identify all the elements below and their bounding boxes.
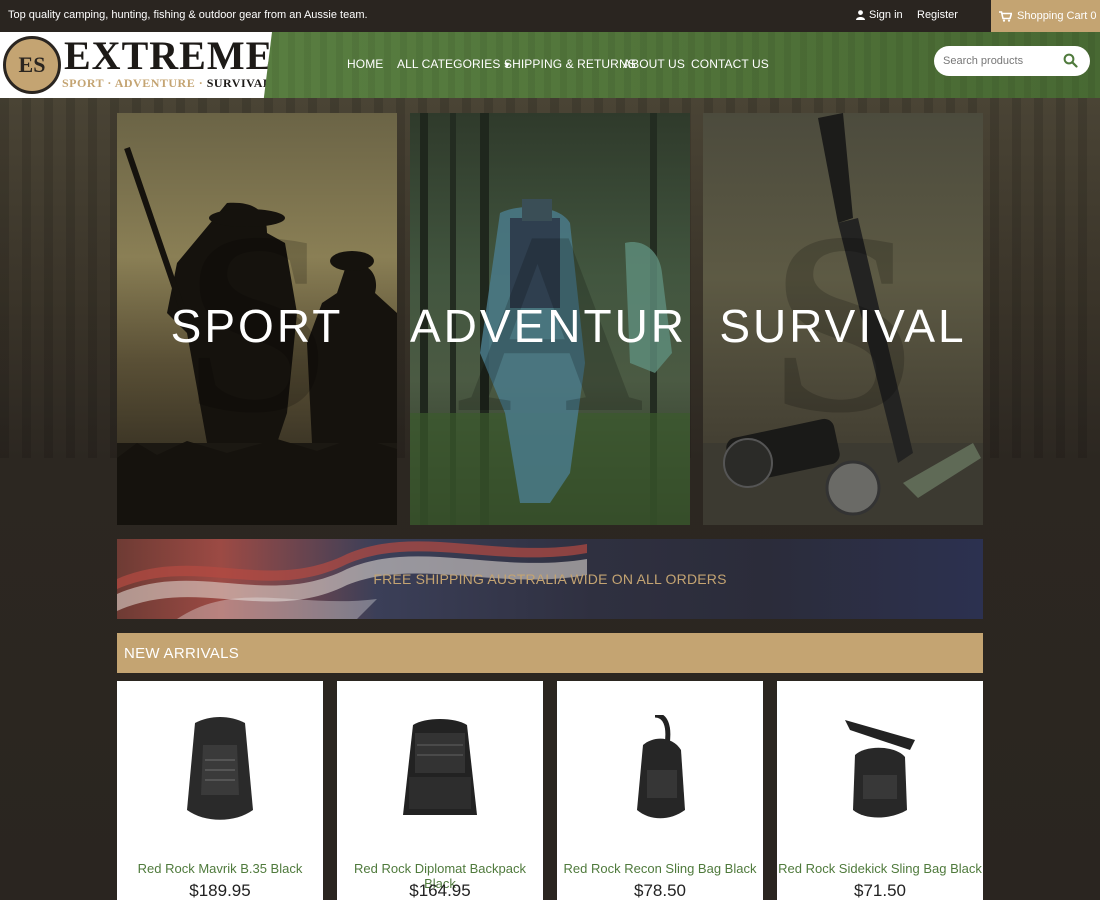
sling-bag-image xyxy=(845,720,915,818)
search-box xyxy=(934,46,1090,76)
new-arrivals-header: NEW ARRIVALS xyxy=(117,633,983,673)
product-price: $71.50 xyxy=(854,881,906,900)
site-logo[interactable]: ES EXTREME SPORT · ADVENTURE · SURVIVAL xyxy=(0,32,272,98)
user-icon xyxy=(856,10,865,20)
product-price: $189.95 xyxy=(189,881,251,900)
free-shipping-banner[interactable]: FREE SHIPPING AUSTRALIA WIDE ON ALL ORDE… xyxy=(117,539,983,619)
sling-bag-image xyxy=(637,715,685,819)
nav-home[interactable]: HOME xyxy=(347,57,383,71)
product-card[interactable]: Red Rock Sidekick Sling Bag Black $71.50 xyxy=(777,681,983,900)
shopping-cart-button[interactable]: Shopping Cart 0 xyxy=(991,0,1100,32)
nav-all-categories[interactable]: ALL CATEGORIES ▼ xyxy=(397,57,511,71)
search-input[interactable] xyxy=(943,53,1053,69)
category-tile-survival[interactable]: S SURVIVAL xyxy=(703,113,983,525)
logo-subtitle: SPORT · ADVENTURE · SURVIVAL xyxy=(62,76,272,90)
category-tile-sport[interactable]: S SPORT xyxy=(117,113,397,525)
sign-in-label: Sign in xyxy=(869,9,903,21)
search-icon[interactable] xyxy=(1063,53,1078,68)
category-label-adventure: ADVENTURE xyxy=(410,300,690,352)
product-card[interactable]: Red Rock Recon Sling Bag Black $78.50 xyxy=(557,681,763,900)
nav-contact-us[interactable]: CONTACT US xyxy=(691,57,769,71)
nav-about-us[interactable]: ABOUT US xyxy=(623,57,685,71)
sign-in-link[interactable]: Sign in xyxy=(856,9,903,21)
product-name[interactable]: Red Rock Mavrik B.35 Black xyxy=(117,861,323,876)
free-shipping-text: FREE SHIPPING AUSTRALIA WIDE ON ALL ORDE… xyxy=(373,571,727,587)
product-card[interactable]: Red Rock Diplomat Backpack Black $164.95 xyxy=(337,681,543,900)
product-card[interactable]: Red Rock Mavrik B.35 Black $189.95 xyxy=(117,681,323,900)
register-link[interactable]: Register xyxy=(917,9,958,21)
new-arrivals-title: NEW ARRIVALS xyxy=(124,645,240,662)
backpack-image xyxy=(187,717,253,820)
category-tile-adventure[interactable]: A ADVENTURE xyxy=(410,113,690,525)
tagline: Top quality camping, hunting, fishing & … xyxy=(8,9,368,21)
logo-wordmark: EXTREME xyxy=(64,33,274,78)
product-price: $78.50 xyxy=(634,881,686,900)
category-label-sport: SPORT xyxy=(170,300,344,352)
category-label-survival: SURVIVAL xyxy=(719,300,967,352)
product-price: $164.95 xyxy=(409,881,471,900)
top-bar: Top quality camping, hunting, fishing & … xyxy=(0,0,1100,32)
backpack-image xyxy=(403,719,477,815)
cart-icon xyxy=(999,10,1012,22)
logo-emblem: ES xyxy=(3,36,61,94)
cart-label: Shopping Cart 0 xyxy=(1017,10,1097,22)
nav-shipping-returns[interactable]: SHIPPING & RETURNS xyxy=(504,57,636,71)
product-name[interactable]: Red Rock Recon Sling Bag Black xyxy=(557,861,763,876)
product-name[interactable]: Red Rock Sidekick Sling Bag Black xyxy=(777,861,983,876)
